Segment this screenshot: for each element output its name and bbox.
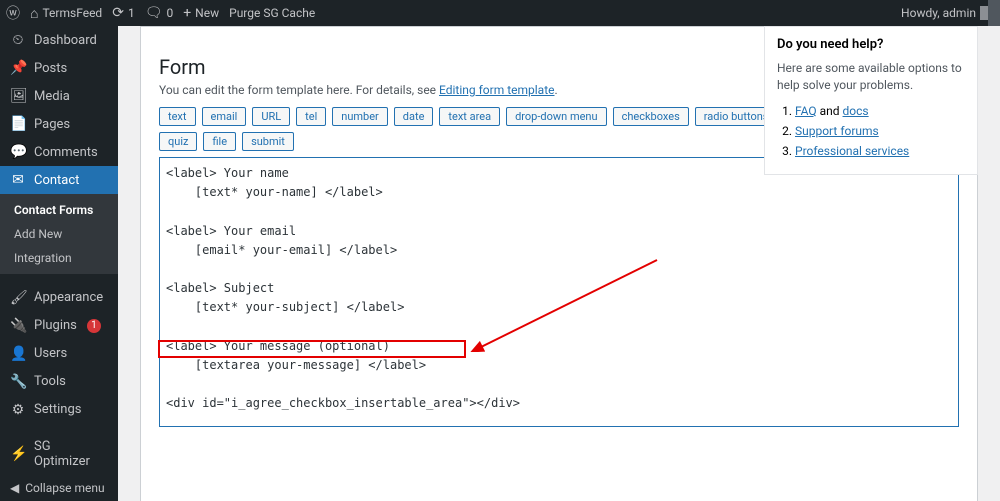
dashboard-icon: ⏲: [10, 32, 26, 48]
update-badge: 1: [87, 319, 101, 333]
help-description: Here are some available options to help …: [777, 60, 965, 94]
toolbar-right: Howdy, admin: [901, 6, 994, 20]
submenu-add-new[interactable]: Add New: [0, 222, 118, 246]
tag-file[interactable]: file: [203, 132, 236, 151]
appearance-icon: 🖌: [10, 290, 26, 306]
sidebar-item-posts[interactable]: 📌 Posts: [0, 54, 118, 82]
sidebar-item-appearance[interactable]: 🖌 Appearance: [0, 284, 118, 312]
collapse-label: Collapse menu: [25, 481, 104, 495]
submenu-contact-forms[interactable]: Contact Forms: [0, 198, 118, 222]
purge-cache-link[interactable]: Purge SG Cache: [229, 6, 315, 20]
help-title: Do you need help?: [777, 37, 965, 52]
wordpress-icon: ⓦ: [6, 3, 20, 23]
tag-date[interactable]: date: [394, 107, 434, 126]
sidebar-item-media[interactable]: 🖼 Media: [0, 82, 118, 110]
menu-label: Comments: [34, 145, 98, 160]
tag-checkboxes[interactable]: checkboxes: [613, 107, 689, 126]
sidebar-item-plugins[interactable]: 🔌 Plugins 1: [0, 312, 118, 340]
sg-optimizer-icon: ⚡: [10, 446, 26, 462]
support-link[interactable]: Support forums: [795, 124, 879, 138]
pages-icon: 📄: [10, 116, 26, 132]
menu-label: Dashboard: [34, 33, 97, 48]
comment-icon: 🗨: [145, 5, 163, 21]
tag-text-area[interactable]: text area: [439, 107, 500, 126]
toolbar-left: ⓦ ⌂TermsFeed ⟳1 🗨0 +New Purge SG Cache: [6, 3, 315, 23]
sidebar-item-dashboard[interactable]: ⏲ Dashboard: [0, 26, 118, 54]
tools-icon: 🔧: [10, 374, 26, 390]
users-icon: 👤: [10, 346, 26, 362]
comment-count: 0: [166, 6, 173, 20]
help-item-support: Support forums: [795, 124, 965, 138]
help-item-faq: FAQ and docs: [795, 104, 965, 118]
tag-submit[interactable]: submit: [242, 132, 294, 151]
submenu-integration[interactable]: Integration: [0, 246, 118, 270]
pro-link[interactable]: Professional services: [795, 144, 909, 158]
media-icon: 🖼: [10, 88, 26, 104]
settings-icon: ⚙: [10, 402, 26, 418]
form-template-editor[interactable]: [159, 157, 959, 427]
menu-label: Pages: [34, 117, 70, 132]
home-icon: ⌂: [30, 5, 38, 22]
sidebar-item-contact[interactable]: ✉ Contact: [0, 166, 118, 194]
menu-label: Posts: [34, 61, 67, 76]
menu-label: Media: [34, 89, 70, 104]
howdy-text: Howdy, admin: [901, 6, 976, 20]
comments-link[interactable]: 🗨0: [145, 5, 174, 21]
tag-email[interactable]: email: [202, 107, 247, 126]
site-name: TermsFeed: [42, 6, 102, 20]
help-item-pro: Professional services: [795, 144, 965, 158]
faq-link[interactable]: FAQ: [795, 104, 817, 118]
sidebar-item-pages[interactable]: 📄 Pages: [0, 110, 118, 138]
contact-icon: ✉: [10, 172, 26, 188]
menu-label: Settings: [34, 402, 81, 417]
docs-link[interactable]: docs: [843, 104, 869, 118]
plus-icon: +: [183, 5, 191, 21]
tag-quiz[interactable]: quiz: [159, 132, 197, 151]
sidebar-item-tools[interactable]: 🔧 Tools: [0, 368, 118, 396]
menu-label: Tools: [34, 374, 66, 389]
admin-sidebar: ⏲ Dashboard 📌 Posts 🖼 Media 📄 Pages 💬 Comments ✉ Co…: [0, 26, 118, 501]
tag-URL[interactable]: URL: [252, 107, 290, 126]
tag-tel[interactable]: tel: [296, 107, 326, 126]
menu-label: Appearance: [34, 290, 103, 305]
plugins-icon: 🔌: [10, 318, 26, 334]
refresh-count: 1: [128, 6, 135, 20]
refresh-icon: ⟳: [112, 5, 124, 21]
sidebar-item-comments[interactable]: 💬 Comments: [0, 138, 118, 166]
desc-link[interactable]: Editing form template: [439, 83, 554, 97]
wp-logo[interactable]: ⓦ: [6, 3, 20, 23]
site-link[interactable]: ⌂ TermsFeed: [30, 5, 102, 22]
collapse-icon: ◀: [10, 481, 19, 495]
menu-label: Plugins: [34, 318, 77, 333]
help-sidebar: Do you need help? Here are some availabl…: [764, 26, 978, 175]
tag-drop-down-menu[interactable]: drop-down menu: [506, 107, 606, 126]
purge-label: Purge SG Cache: [229, 6, 315, 20]
new-link[interactable]: + New: [183, 5, 219, 21]
menu-label: Contact: [34, 173, 79, 188]
updates-link[interactable]: ⟳1: [112, 5, 134, 21]
new-label: New: [195, 6, 219, 20]
posts-icon: 📌: [10, 60, 26, 76]
desc-text: You can edit the form template here. For…: [159, 83, 439, 97]
collapse-menu[interactable]: ◀ Collapse menu: [0, 475, 118, 501]
menu-label: SG Optimizer: [34, 439, 108, 469]
tag-text[interactable]: text: [159, 107, 196, 126]
wp-admin-toolbar: ⓦ ⌂TermsFeed ⟳1 🗨0 +New Purge SG Cache H…: [0, 0, 1000, 26]
main-content: Form You can edit the form template here…: [118, 26, 1000, 501]
howdy-link[interactable]: Howdy, admin: [901, 6, 994, 20]
sidebar-item-sg-optimizer[interactable]: ⚡ SG Optimizer: [0, 433, 118, 475]
contact-submenu: Contact FormsAdd NewIntegration: [0, 194, 118, 274]
scroll-indicator: [988, 0, 1000, 26]
menu-label: Users: [34, 346, 67, 361]
and-text: and: [817, 104, 843, 118]
sidebar-item-settings[interactable]: ⚙ Settings: [0, 396, 118, 424]
sidebar-item-users[interactable]: 👤 Users: [0, 340, 118, 368]
comments-icon: 💬: [10, 144, 26, 160]
tag-number[interactable]: number: [332, 107, 388, 126]
